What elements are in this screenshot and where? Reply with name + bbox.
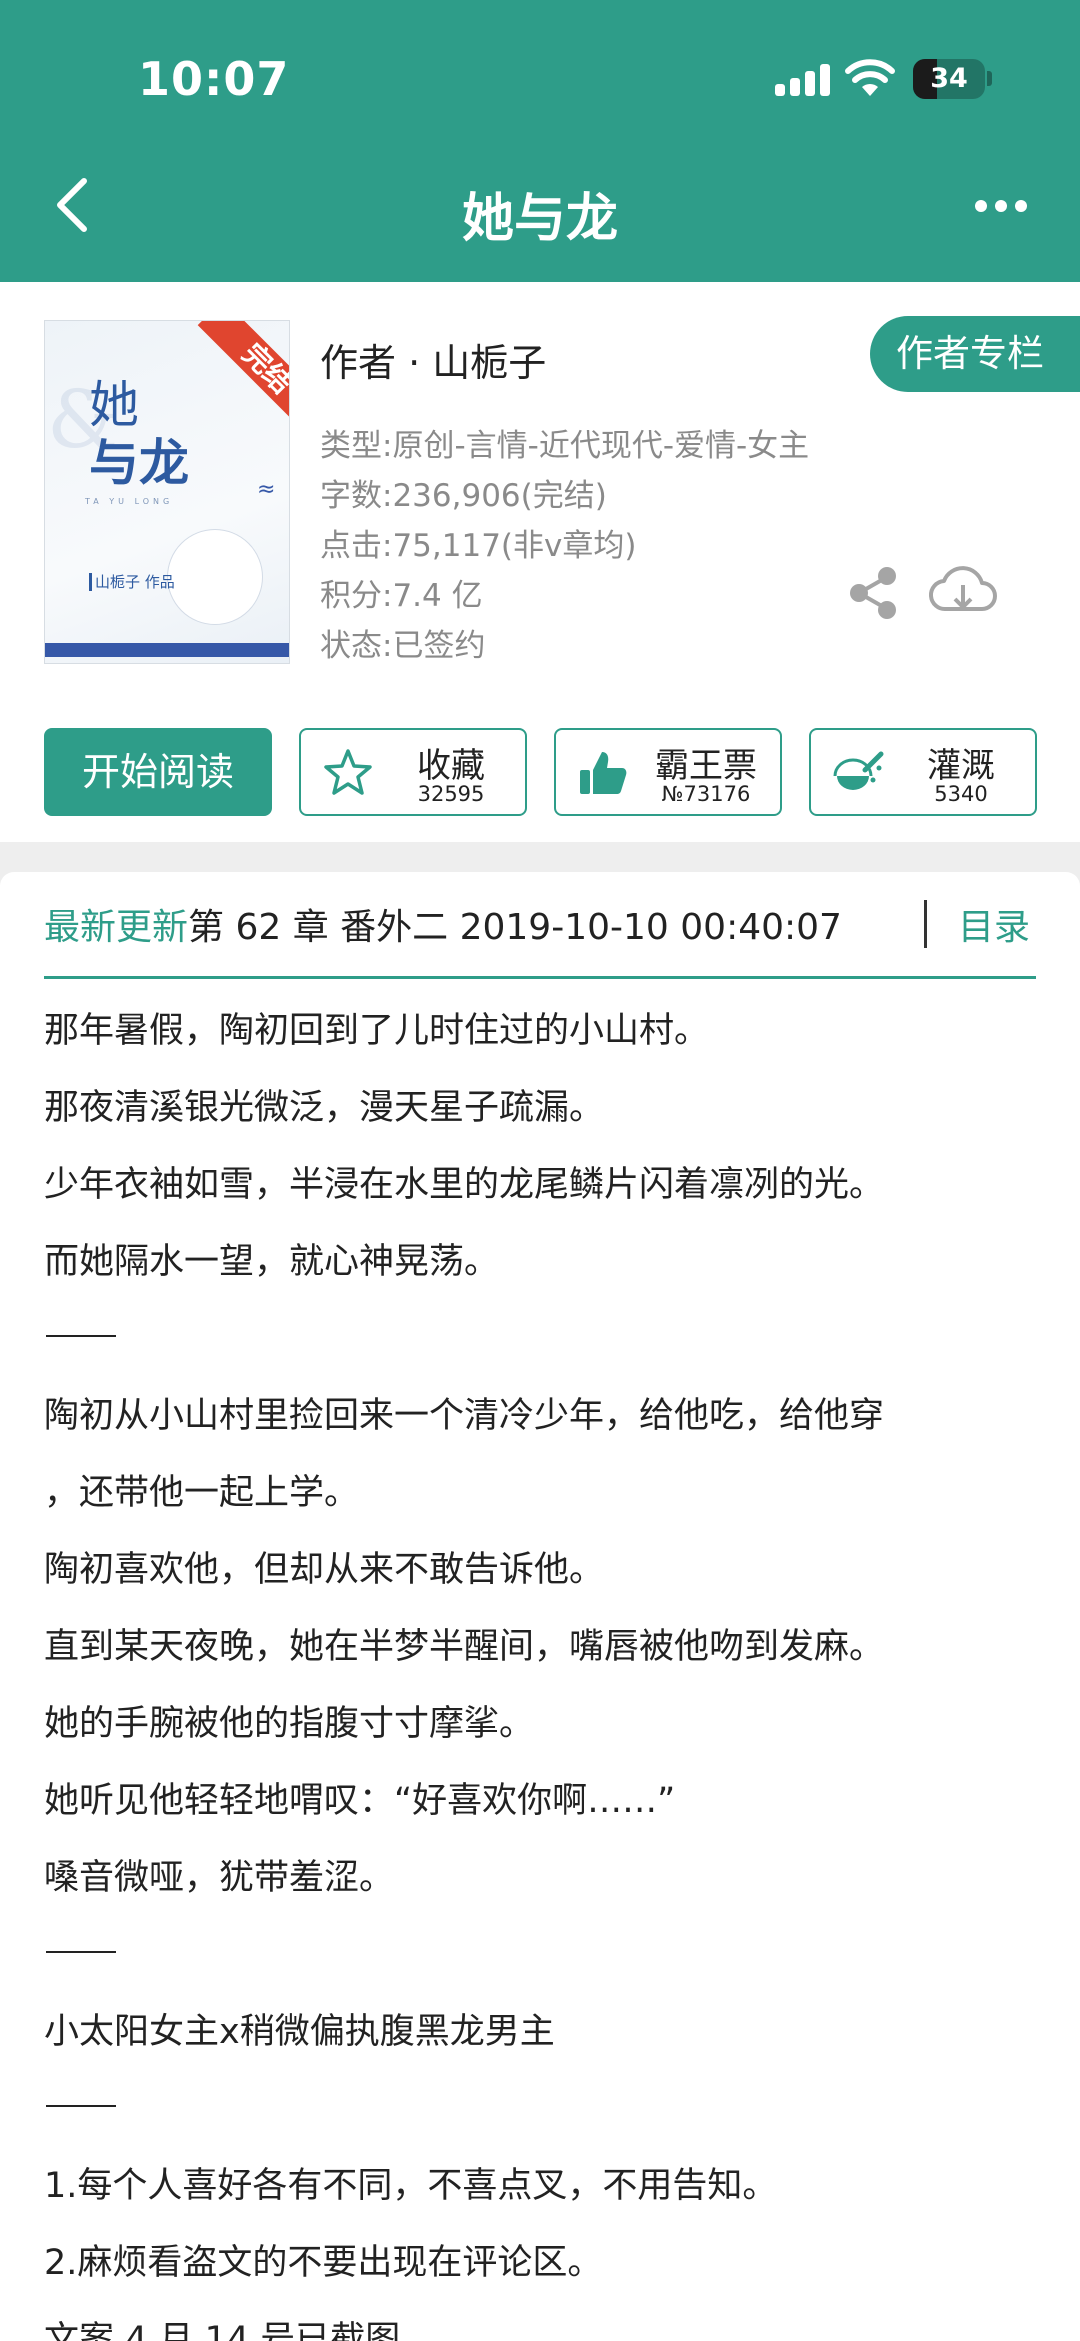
summary-line: 她听见他轻轻地喟叹：“好喜欢你啊……” (44, 1781, 676, 1821)
battery-icon: 34 (913, 59, 985, 99)
favorite-count: 32595 (417, 782, 485, 806)
thumbs-up-icon (580, 752, 627, 794)
battery-level: 34 (930, 63, 968, 94)
book-word-count: 字数:236,906(完结) (320, 478, 607, 514)
favorite-label: 收藏 (417, 746, 485, 786)
book-info-card: & 她 与龙 TA YU LONG ≈ 山栀子 作品 完结 作者 · 山栀子 作… (0, 282, 1080, 842)
download-icon[interactable] (928, 563, 998, 623)
signal-icon (775, 62, 831, 96)
cover-title-2: 与龙 (89, 433, 189, 492)
vote-count: №73176 (661, 782, 751, 806)
summary-line: 陶初喜欢他，但却从来不敢告诉他。 (44, 1550, 605, 1590)
section-underline (44, 976, 1036, 979)
summary-line: 那年暑假，陶初回到了儿时住过的小山村。 (44, 1011, 710, 1051)
separator-dash (46, 2105, 116, 2107)
share-icon[interactable] (845, 565, 901, 621)
summary-line: 嗓音微哑，犹带羞涩。 (44, 1858, 395, 1898)
battery-tip (987, 71, 992, 86)
separator-dash (46, 1951, 116, 1953)
summary-line: 少年衣袖如雪，半浸在水里的龙尾鳞片闪着凛冽的光。 (44, 1165, 885, 1205)
more-icon[interactable] (975, 198, 1027, 218)
top-bar: 10:07 34 她与龙 (0, 0, 1080, 282)
summary-line: 1.每个人喜好各有不同，不喜点叉，不用告知。 (44, 2166, 778, 2206)
cover-wave-icon: ≈ (257, 477, 276, 502)
summary-section: 最新更新第 62 章 番外二 2019-10-10 00:40:07 目录 那年… (0, 872, 1080, 2341)
summary-line: 她的手腕被他的指腹寸寸摩挲。 (44, 1704, 535, 1744)
book-type: 类型:原创-言情-近代现代-爱情-女主 (320, 428, 810, 464)
status-time: 10:07 (138, 52, 290, 106)
water-button[interactable]: 灌溉 5340 (809, 728, 1037, 816)
vote-button[interactable]: 霸王票 №73176 (554, 728, 782, 816)
author-name[interactable]: 作者 · 山栀子 (320, 332, 546, 387)
divider (924, 900, 927, 948)
book-clicks: 点击:75,117(非v章均) (320, 528, 637, 564)
favorite-button[interactable]: 收藏 32595 (299, 728, 527, 816)
watering-can-icon (833, 751, 884, 790)
cover-band (45, 643, 289, 657)
cover-author-tag: 山栀子 作品 (89, 573, 175, 591)
book-cover[interactable]: & 她 与龙 TA YU LONG ≈ 山栀子 作品 完结 (44, 320, 290, 664)
summary-line: 而她隔水一望，就心神晃荡。 (44, 1242, 500, 1282)
book-score: 积分:7.4 亿 (320, 578, 483, 614)
star-icon (324, 749, 372, 795)
completed-ribbon-label: 完结 (197, 321, 289, 431)
summary-line: 文案 4 月 14 号已截图 (44, 2320, 401, 2341)
cover-pinyin: TA YU LONG (85, 497, 174, 506)
vote-label: 霸王票 (655, 746, 757, 786)
summary-line: 直到某天夜晚，她在半梦半醒间，嘴唇被他吻到发麻。 (44, 1627, 885, 1667)
water-label: 灌溉 (927, 746, 995, 786)
summary-line: 陶初从小山村里捡回来一个清冷少年，给他吃，给他穿 (44, 1396, 885, 1436)
wifi-icon (845, 59, 895, 96)
start-reading-button[interactable]: 开始阅读 (44, 728, 272, 816)
latest-update[interactable]: 最新更新第 62 章 番外二 2019-10-10 00:40:07 (44, 898, 842, 950)
page-title: 她与龙 (461, 189, 618, 249)
latest-update-label: 最新更新 (44, 907, 189, 948)
summary-line: ，还带他一起上学。 (44, 1473, 360, 1513)
summary-line: 2.麻烦看盗文的不要出现在评论区。 (44, 2243, 603, 2283)
book-status: 状态:已签约 (320, 628, 486, 664)
author-column-button[interactable]: 作者专栏 (870, 316, 1080, 392)
latest-chapter: 第 62 章 番外二 2019-10-10 00:40:07 (188, 907, 842, 948)
separator-dash (46, 1335, 116, 1337)
summary-line: 那夜清溪银光微泛，漫天星子疏漏。 (44, 1088, 605, 1128)
completed-ribbon: 完结 (179, 321, 289, 431)
water-count: 5340 (934, 782, 988, 806)
cover-circle (167, 529, 263, 625)
summary-line: 小太阳女主x稍微偏执腹黑龙男主 (44, 2012, 555, 2052)
toc-link[interactable]: 目录 (958, 898, 1030, 950)
